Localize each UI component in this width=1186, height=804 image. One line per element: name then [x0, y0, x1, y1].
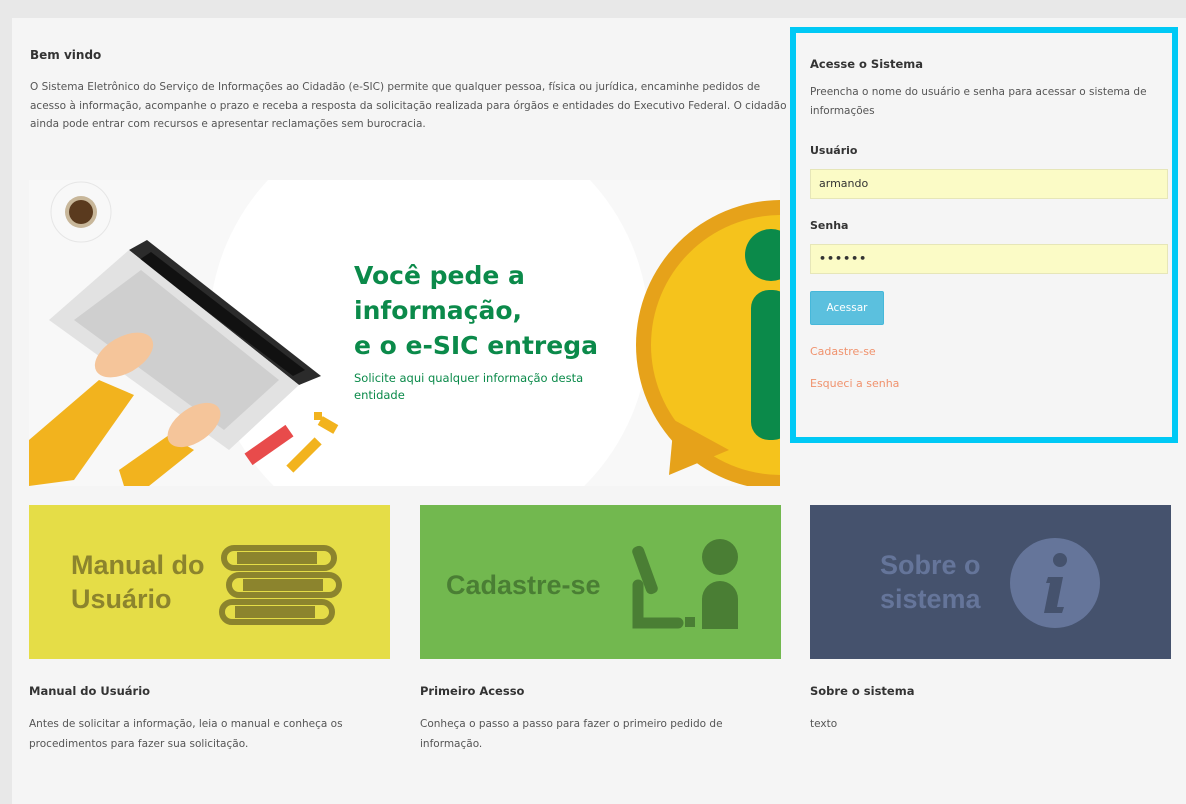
card-about-text: texto — [810, 718, 838, 730]
forgot-password-link[interactable]: Esqueci a senha — [810, 377, 899, 390]
banner-line-2: informação, — [354, 296, 523, 325]
password-label: Senha — [810, 219, 849, 232]
username-input[interactable]: armando — [810, 169, 1168, 199]
banner-line-1: Você pede a — [354, 261, 525, 290]
welcome-text: O Sistema Eletrônico do Serviço de Infor… — [30, 81, 787, 130]
user-register-icon — [632, 539, 738, 629]
banner-headline: Você pede a informação, e o e-SIC entreg… — [354, 258, 598, 363]
tile-manual[interactable]: Manual do Usuário — [29, 505, 390, 659]
card-manual-title[interactable]: Manual do Usuário — [29, 684, 150, 698]
register-link[interactable]: Cadastre-se — [810, 345, 876, 358]
login-button[interactable]: Acessar — [810, 291, 884, 325]
banner-subtitle: Solicite aqui qualquer informação desta … — [354, 371, 584, 402]
user-label: Usuário — [810, 144, 858, 157]
card-first-access-title[interactable]: Primeiro Acesso — [420, 684, 524, 698]
tile-register[interactable]: Cadastre-se — [420, 505, 781, 659]
info-icon — [1010, 538, 1100, 628]
card-about-title[interactable]: Sobre o sistema — [810, 684, 914, 698]
card-first-access-text: Conheça o passo a passo para fazer o pri… — [420, 718, 723, 750]
banner-line-3: e o e-SIC entrega — [354, 331, 598, 360]
password-input[interactable]: •••••• — [810, 244, 1168, 274]
page-container: Bem vindo O Sistema Eletrônico do Serviç… — [12, 18, 1186, 804]
card-manual-text: Antes de solicitar a informação, leia o … — [29, 718, 343, 750]
books-icon — [219, 545, 342, 625]
tile-about[interactable]: Sobre o sistema — [810, 505, 1171, 659]
hero-banner[interactable]: Você pede a informação, e o e-SIC entreg… — [29, 180, 780, 486]
welcome-title: Bem vindo — [30, 48, 102, 62]
login-description: Preencha o nome do usuário e senha para … — [810, 86, 1147, 117]
login-title: Acesse o Sistema — [810, 57, 924, 71]
login-panel: Acesse o Sistema Preencha o nome do usuá… — [790, 27, 1178, 443]
